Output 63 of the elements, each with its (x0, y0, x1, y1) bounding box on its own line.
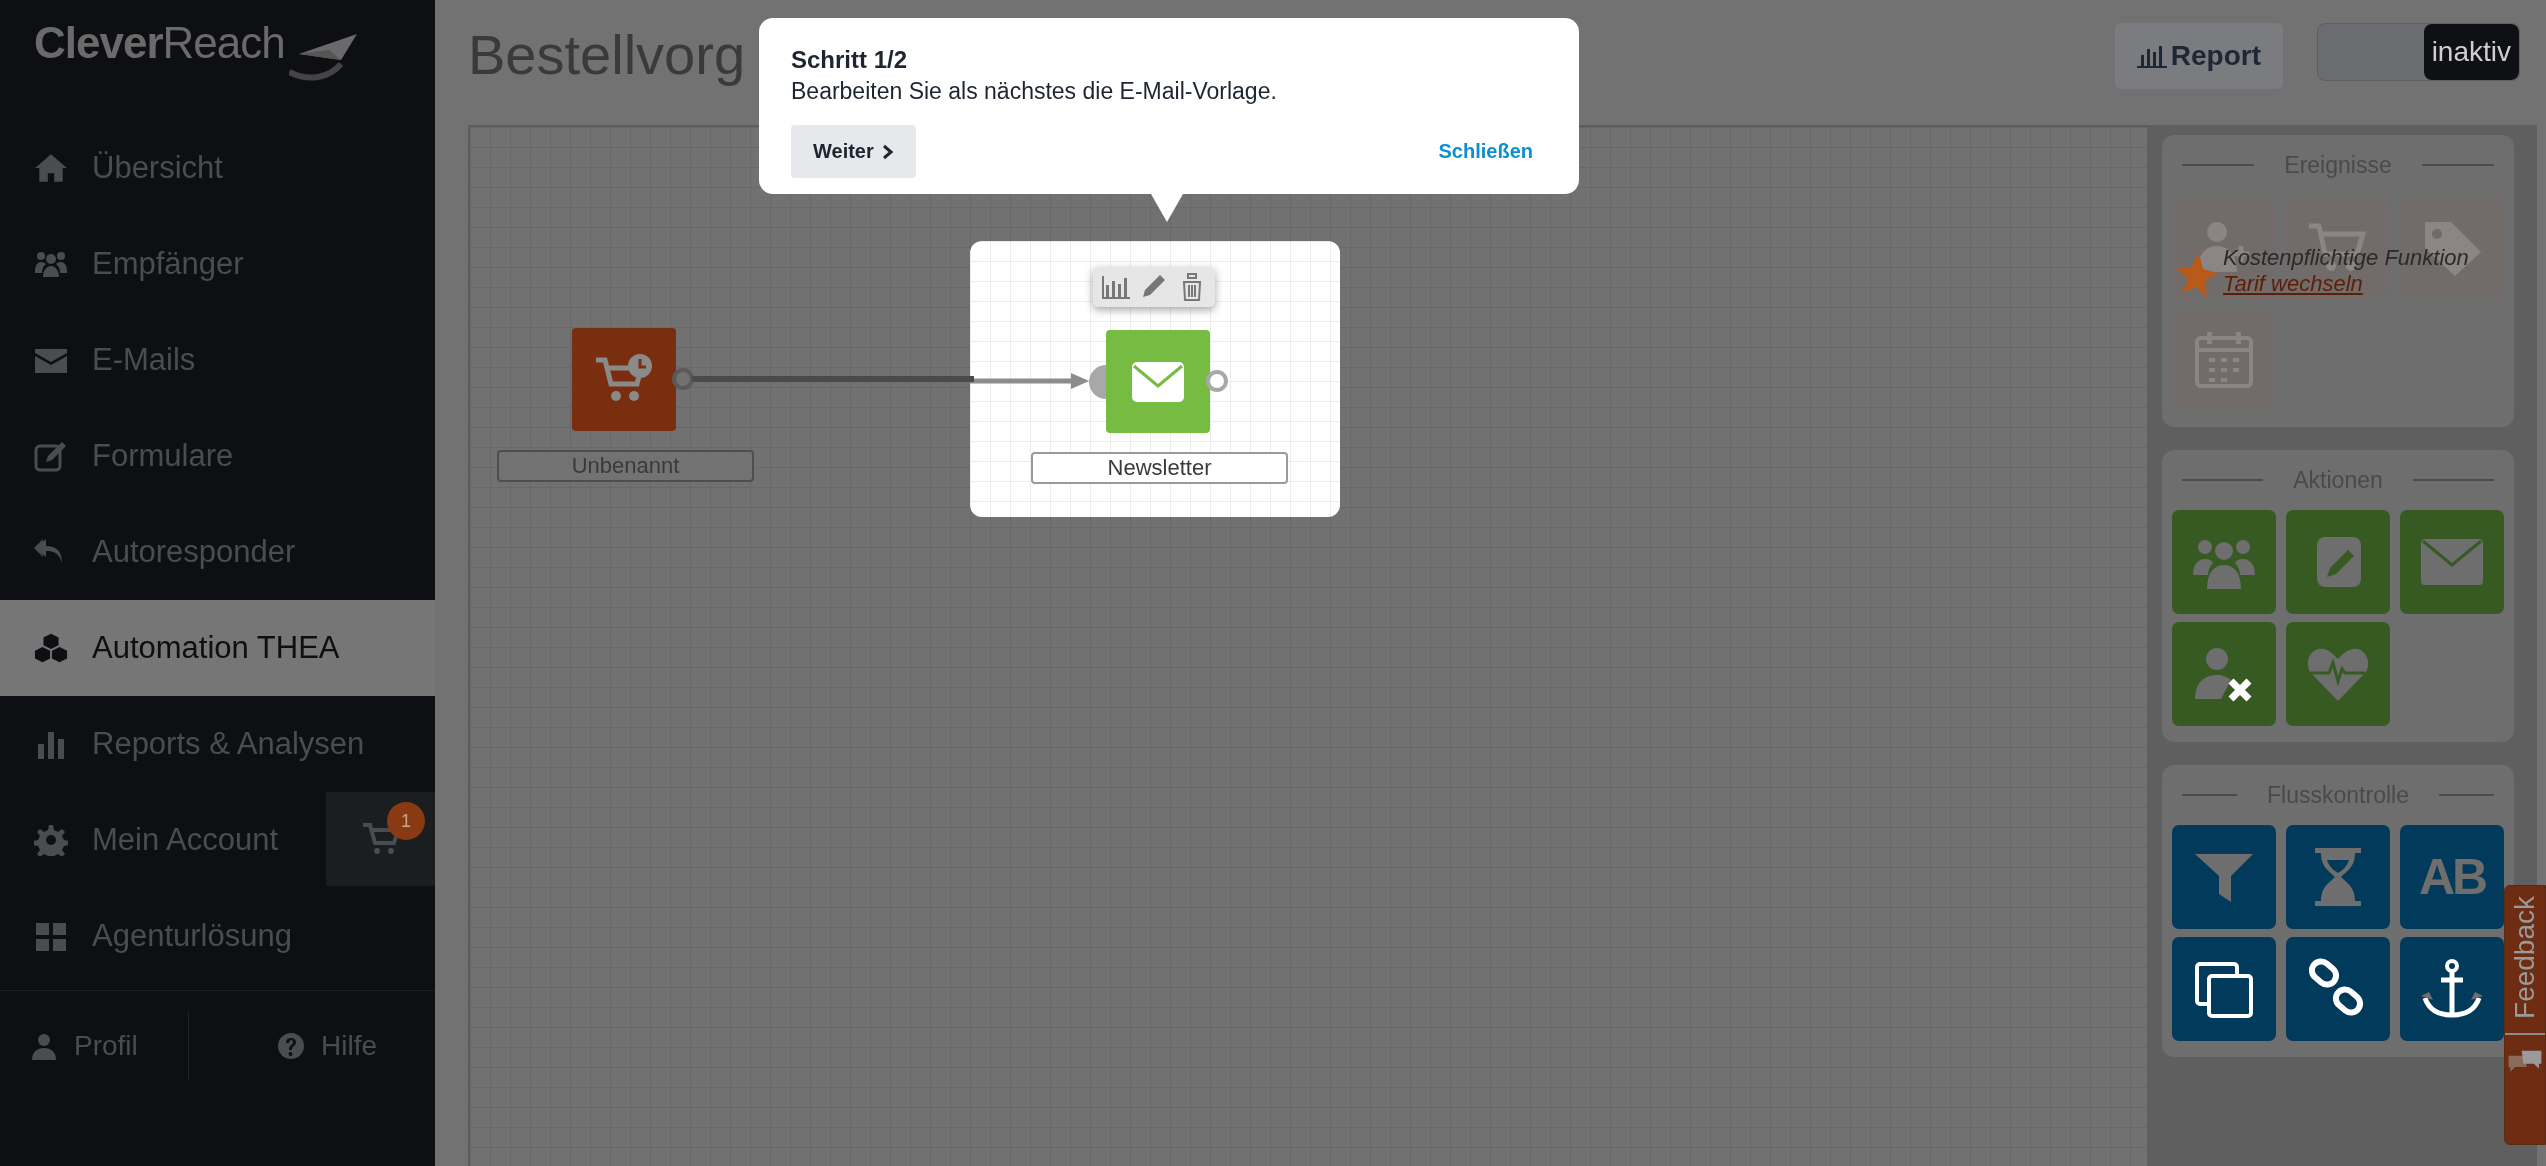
palette-tile[interactable] (2400, 510, 2504, 614)
nav-label: Mein Account (92, 822, 279, 858)
palette-tile[interactable] (2286, 825, 2390, 929)
palette-tile[interactable] (2172, 510, 2276, 614)
user-icon (30, 1032, 58, 1060)
nav-label: E-Mails (92, 342, 196, 378)
email-node[interactable] (1106, 330, 1210, 433)
footer-link[interactable]: Hilfe (188, 1011, 435, 1081)
tour-text: Bearbeiten Sie als nächstes die E-Mail-Vorlage. (791, 78, 1278, 105)
palette-tile[interactable] (2286, 622, 2390, 726)
feedback-tab[interactable]: Feedback (2504, 885, 2546, 1145)
nav-item[interactable]: Empfänger (0, 216, 435, 312)
nav-label: Agenturlösung (92, 918, 292, 954)
output-port[interactable] (1206, 370, 1228, 392)
nav-item[interactable]: Reports & Analysen (0, 696, 435, 792)
palette-tile[interactable] (2286, 510, 2390, 614)
anchor-icon (2419, 958, 2485, 1020)
page-title: Bestellvorg (468, 22, 746, 87)
trigger-node[interactable] (572, 328, 676, 431)
nav-item[interactable]: E-Mails (0, 312, 435, 408)
nav-item[interactable]: Automation THEA (0, 600, 435, 696)
home-icon (34, 152, 68, 184)
notification-badge: 1 (387, 802, 425, 840)
palette-tile[interactable] (2172, 825, 2276, 929)
star-icon (2173, 251, 2219, 299)
node-label: Unbenannt (497, 450, 754, 482)
palette-tile[interactable] (2172, 622, 2276, 726)
notice-text: Kostenpflichtige Funktion (2223, 245, 2469, 271)
edit-icon (34, 440, 68, 472)
grid-icon (34, 920, 68, 952)
cubes-icon (34, 632, 68, 664)
nav-item[interactable]: Agenturlösung (0, 888, 435, 984)
settings-icon (34, 824, 68, 856)
nav-item[interactable]: Autoresponder (0, 504, 435, 600)
bar-chart-icon (2136, 43, 2167, 69)
palette-tile[interactable] (2400, 937, 2504, 1041)
help-icon (277, 1032, 305, 1060)
nav-item[interactable]: Formulare (0, 408, 435, 504)
close-link[interactable]: Schließen (1438, 140, 1533, 163)
output-port[interactable] (672, 368, 694, 390)
next-button[interactable]: Weiter (791, 125, 916, 178)
cart-button[interactable]: 1 (326, 792, 435, 886)
nav-label: Formulare (92, 438, 234, 474)
nav-label: Reports & Analysen (92, 726, 365, 762)
nav-item[interactable]: Übersicht (0, 120, 435, 216)
input-port[interactable] (1089, 365, 1106, 399)
palette-tile[interactable] (2286, 937, 2390, 1041)
palette-tile[interactable]: AB (2400, 825, 2504, 929)
nav-label: Übersicht (92, 150, 223, 186)
cart-icon (361, 822, 400, 856)
nav-label: Empfänger (92, 246, 244, 282)
tour-title: Schritt 1/2 (791, 46, 909, 74)
chevron-right-icon (881, 143, 894, 160)
nav-label: Automation THEA (92, 630, 340, 666)
node-label: Newsletter (1031, 452, 1288, 484)
palette-tile[interactable] (2172, 937, 2276, 1041)
nav-item[interactable]: Mein Account 1 (0, 792, 435, 888)
nav-label: Autoresponder (92, 534, 296, 570)
status-toggle[interactable]: inaktiv (2317, 23, 2520, 81)
logo-text: CleverReach (34, 18, 285, 68)
footer-link[interactable]: Profil (0, 1011, 188, 1081)
bar-chart-icon[interactable] (1101, 273, 1131, 301)
report-button[interactable]: Report (2114, 23, 2283, 89)
